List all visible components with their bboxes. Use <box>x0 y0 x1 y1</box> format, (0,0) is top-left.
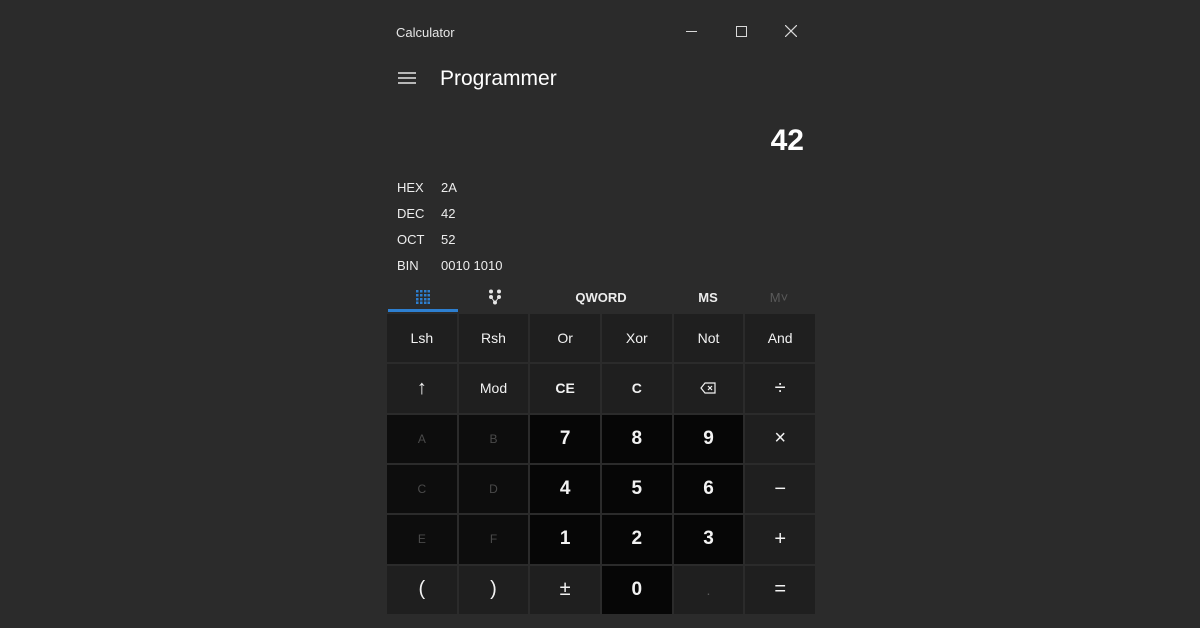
keypad-toolbar: QWORD MS M˅ <box>386 282 816 312</box>
radix-value: 42 <box>441 205 456 221</box>
close-icon <box>785 25 797 37</box>
key-0[interactable]: 0 <box>601 565 672 614</box>
key-9[interactable]: 9 <box>673 414 744 463</box>
memory-store-button[interactable]: MS <box>682 282 734 312</box>
key-hex-d[interactable]: D <box>458 464 529 514</box>
bit-toggle-icon <box>489 289 501 305</box>
key-7[interactable]: 7 <box>530 414 600 463</box>
key-hex-b[interactable]: B <box>458 414 529 463</box>
key-hex-e[interactable]: E <box>387 515 457 564</box>
keypad-grid-icon <box>416 290 430 304</box>
radix-list: HEX 2A DEC 42 OCT 52 BIN 0010 1010 <box>397 174 697 278</box>
key-8[interactable]: 8 <box>601 414 672 463</box>
key-shift-up[interactable]: ↑ <box>387 364 457 413</box>
key-negate[interactable]: ± <box>530 565 600 614</box>
key-lsh[interactable]: Lsh <box>387 314 457 363</box>
key-clear[interactable]: C <box>601 364 672 413</box>
maximize-button[interactable] <box>718 16 764 46</box>
key-equals[interactable]: = <box>745 565 815 614</box>
radix-label: BIN <box>397 257 419 273</box>
hamburger-icon <box>398 72 416 84</box>
minimize-button[interactable] <box>668 16 714 46</box>
radix-value: 52 <box>441 231 456 247</box>
key-hex-c[interactable]: C <box>387 464 457 514</box>
key-close-paren[interactable]: ) <box>458 565 529 614</box>
radix-row-hex[interactable]: HEX 2A <box>397 174 697 200</box>
key-backspace[interactable] <box>673 364 744 413</box>
key-hex-f[interactable]: F <box>458 515 529 564</box>
maximize-icon <box>735 25 747 37</box>
result-display: 42 <box>770 124 804 157</box>
key-3[interactable]: 3 <box>673 515 744 564</box>
selected-tab-indicator <box>388 309 458 312</box>
key-open-paren[interactable]: ( <box>387 565 457 614</box>
close-button[interactable] <box>768 16 814 46</box>
key-hex-a[interactable]: A <box>387 414 457 463</box>
key-xor[interactable]: Xor <box>601 314 672 363</box>
key-subtract[interactable]: − <box>745 464 815 514</box>
key-divide[interactable]: ÷ <box>745 364 815 413</box>
navigation-menu-button[interactable] <box>392 64 422 92</box>
key-2[interactable]: 2 <box>601 515 672 564</box>
key-and[interactable]: And <box>745 314 815 363</box>
full-keypad-button[interactable] <box>388 282 458 312</box>
calculator-window: Calculator Programmer 42 HEX 2A DEC 42 O… <box>386 10 816 614</box>
radix-row-dec[interactable]: DEC 42 <box>397 200 697 226</box>
mode-header: Programmer <box>386 60 816 100</box>
mode-title: Programmer <box>440 67 557 90</box>
key-clear-entry[interactable]: CE <box>530 364 600 413</box>
key-multiply[interactable]: × <box>745 414 815 463</box>
key-add[interactable]: + <box>745 515 815 564</box>
key-4[interactable]: 4 <box>530 464 600 514</box>
minimize-icon <box>685 30 697 32</box>
key-rsh[interactable]: Rsh <box>458 314 529 363</box>
radix-row-oct[interactable]: OCT 52 <box>397 226 697 252</box>
radix-label: HEX <box>397 179 424 195</box>
radix-row-bin[interactable]: BIN 0010 1010 <box>397 252 697 278</box>
word-size-button[interactable]: QWORD <box>562 282 640 312</box>
key-mod[interactable]: Mod <box>458 364 529 413</box>
bit-toggling-keypad-button[interactable] <box>460 282 530 312</box>
keypad: Lsh Rsh Or Xor Not And ↑ Mod CE C ÷ A B … <box>387 314 815 614</box>
app-title: Calculator <box>396 25 455 40</box>
radix-label: DEC <box>397 205 425 221</box>
key-or[interactable]: Or <box>530 314 600 363</box>
memory-recall-button[interactable]: M˅ <box>754 282 804 312</box>
radix-label: OCT <box>397 231 425 247</box>
key-1[interactable]: 1 <box>530 515 600 564</box>
backspace-icon <box>700 382 717 395</box>
key-5[interactable]: 5 <box>601 464 672 514</box>
radix-value: 2A <box>441 179 457 195</box>
title-bar: Calculator <box>386 10 816 54</box>
radix-value: 0010 1010 <box>441 257 503 273</box>
key-decimal[interactable]: . <box>673 565 744 614</box>
key-not[interactable]: Not <box>673 314 744 363</box>
key-6[interactable]: 6 <box>673 464 744 514</box>
